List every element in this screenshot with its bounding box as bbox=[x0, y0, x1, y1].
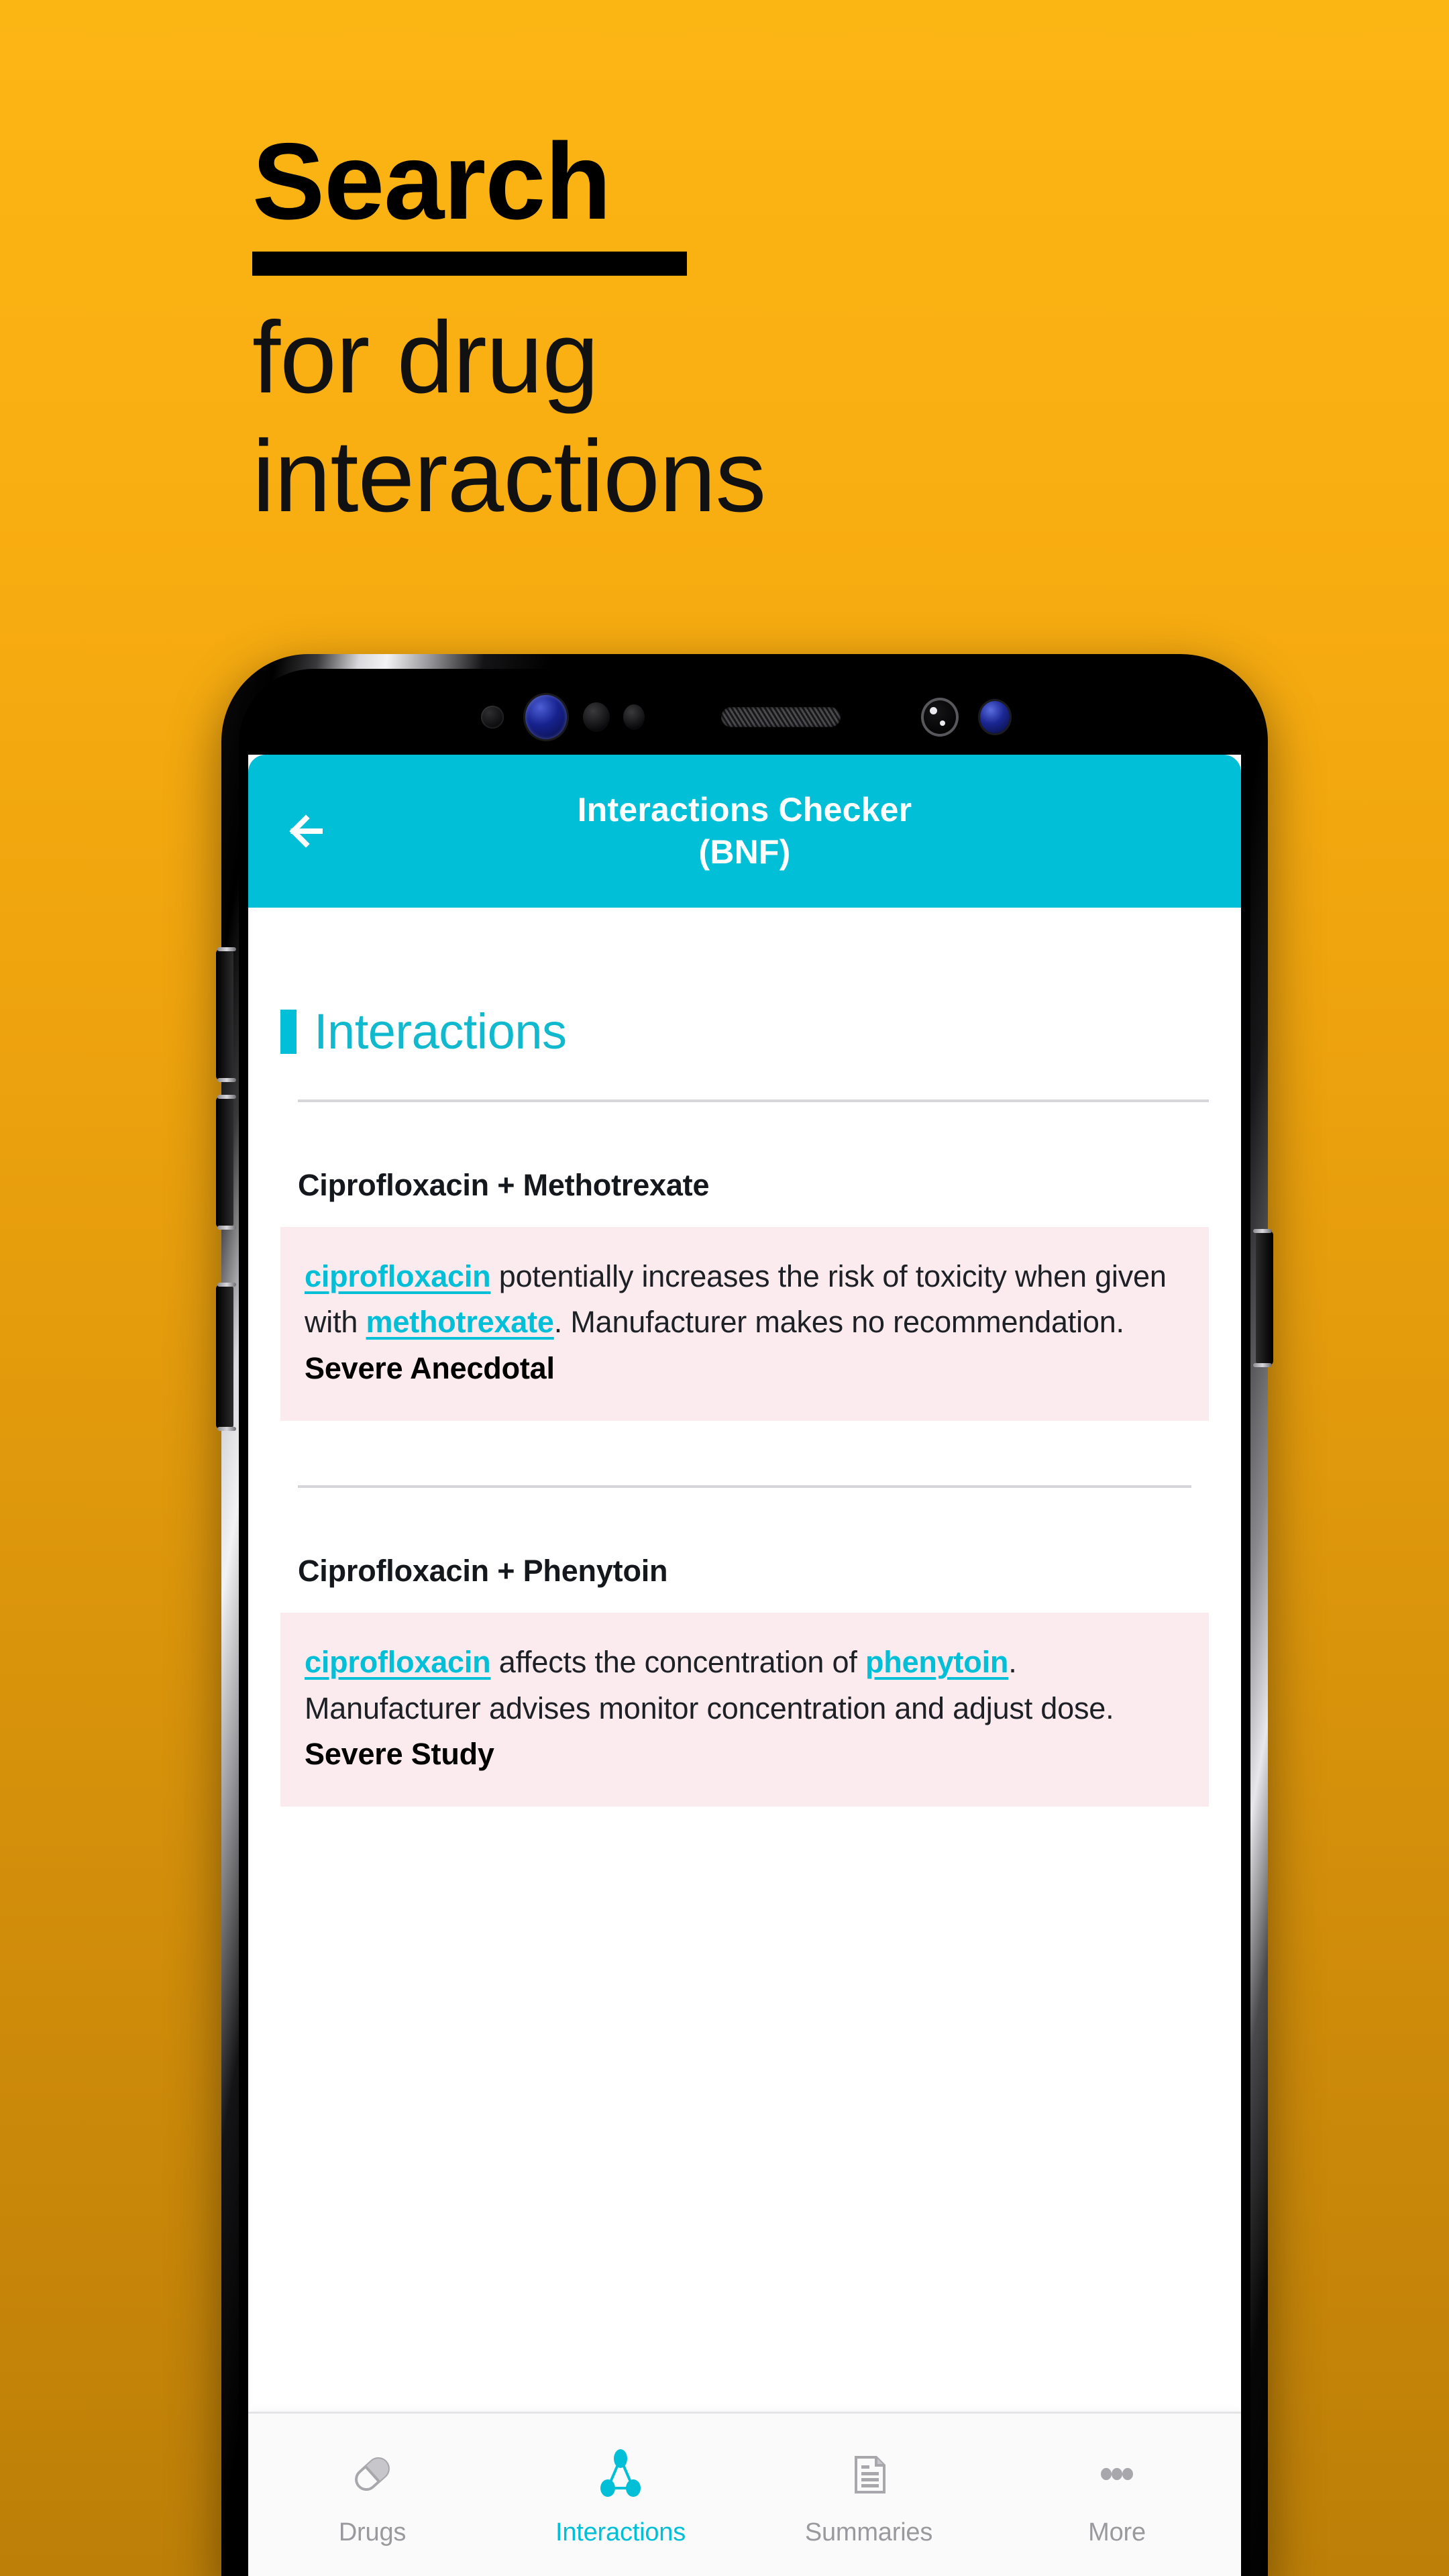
volume-down-button[interactable] bbox=[216, 1095, 236, 1230]
power-button[interactable] bbox=[1253, 1229, 1273, 1367]
interaction-card: ciprofloxacin potentially increases the … bbox=[280, 1227, 1209, 1421]
section-header: Interactions bbox=[280, 1007, 1209, 1057]
interaction-item[interactable]: Ciprofloxacin + Phenytoin ciprofloxacin … bbox=[280, 1554, 1209, 1807]
tab-label: Summaries bbox=[804, 2518, 933, 2546]
interactions-content: Interactions Ciprofloxacin + Methotrexat… bbox=[248, 908, 1241, 2412]
promo-screenshot: Search for drug interactions Interaction… bbox=[0, 0, 1449, 2576]
iris-sensor-icon bbox=[583, 702, 610, 732]
phone-screen: Interactions Checker (BNF) Interactions … bbox=[248, 755, 1241, 2576]
app-title-line-2: (BNF) bbox=[698, 833, 791, 871]
interaction-text-1: affects the concentration of bbox=[490, 1645, 865, 1680]
tab-label: Drugs bbox=[338, 2518, 407, 2546]
interaction-pair-title: Ciprofloxacin + Methotrexate bbox=[298, 1168, 710, 1202]
headline-line-2: for drug bbox=[252, 301, 599, 415]
tab-drugs[interactable]: Drugs bbox=[248, 2414, 496, 2576]
front-camera-icon bbox=[525, 695, 567, 739]
proximity-sensor-icon bbox=[481, 706, 504, 729]
interaction-graph-icon bbox=[590, 2443, 651, 2505]
light-sensor-icon bbox=[623, 704, 645, 730]
section-title: Interactions bbox=[314, 1004, 567, 1059]
headline-word-search: Search bbox=[252, 121, 611, 242]
bottom-tab-bar: Drugs Interactions Summaries More bbox=[248, 2412, 1241, 2576]
interaction-pair-title: Ciprofloxacin + Phenytoin bbox=[298, 1554, 668, 1589]
drug-link-b[interactable]: methotrexate bbox=[366, 1305, 554, 1339]
bixby-button[interactable] bbox=[216, 1283, 236, 1431]
promo-headline: Search for drug interactions bbox=[252, 126, 1258, 535]
tab-more[interactable]: More bbox=[993, 2414, 1241, 2576]
section-divider bbox=[298, 1099, 1209, 1102]
drug-link-b[interactable]: phenytoin bbox=[865, 1645, 1008, 1679]
interaction-card: ciprofloxacin affects the concentration … bbox=[280, 1613, 1209, 1807]
arrow-left-icon bbox=[279, 805, 331, 857]
sensor-cluster bbox=[248, 682, 1241, 752]
phone-mockup: Interactions Checker (BNF) Interactions … bbox=[216, 654, 1273, 2576]
app-title: Interactions Checker (BNF) bbox=[279, 789, 1210, 873]
iris-emitter-icon bbox=[921, 698, 959, 737]
interaction-divider bbox=[298, 1485, 1191, 1489]
tab-summaries[interactable]: Summaries bbox=[745, 2414, 993, 2576]
volume-up-button[interactable] bbox=[216, 947, 236, 1082]
tab-label: More bbox=[1088, 2518, 1146, 2546]
tab-label: Interactions bbox=[555, 2518, 686, 2546]
ellipsis-icon bbox=[1087, 2443, 1147, 2505]
app-title-line-1: Interactions Checker bbox=[577, 791, 912, 828]
headline-underline-bar bbox=[252, 252, 687, 276]
back-button[interactable] bbox=[279, 805, 331, 857]
severity-label: Severe Anecdotal bbox=[305, 1350, 555, 1385]
section-accent-bar bbox=[280, 1010, 297, 1054]
tab-interactions[interactable]: Interactions bbox=[496, 2414, 745, 2576]
drug-link-a[interactable]: ciprofloxacin bbox=[305, 1259, 491, 1293]
secondary-camera-icon bbox=[980, 701, 1010, 733]
app-header: Interactions Checker (BNF) bbox=[248, 755, 1241, 908]
interaction-item[interactable]: Ciprofloxacin + Methotrexate ciprofloxac… bbox=[280, 1168, 1209, 1421]
interaction-text-2: . Manufacturer makes no recommendation. bbox=[553, 1305, 1124, 1340]
pill-capsule-icon bbox=[342, 2443, 402, 2505]
earpiece-speaker-icon bbox=[721, 707, 841, 727]
drug-link-a[interactable]: ciprofloxacin bbox=[305, 1645, 491, 1679]
document-icon bbox=[839, 2443, 899, 2505]
severity-label: Severe Study bbox=[305, 1736, 494, 1771]
headline-line-3: interactions bbox=[252, 419, 766, 533]
